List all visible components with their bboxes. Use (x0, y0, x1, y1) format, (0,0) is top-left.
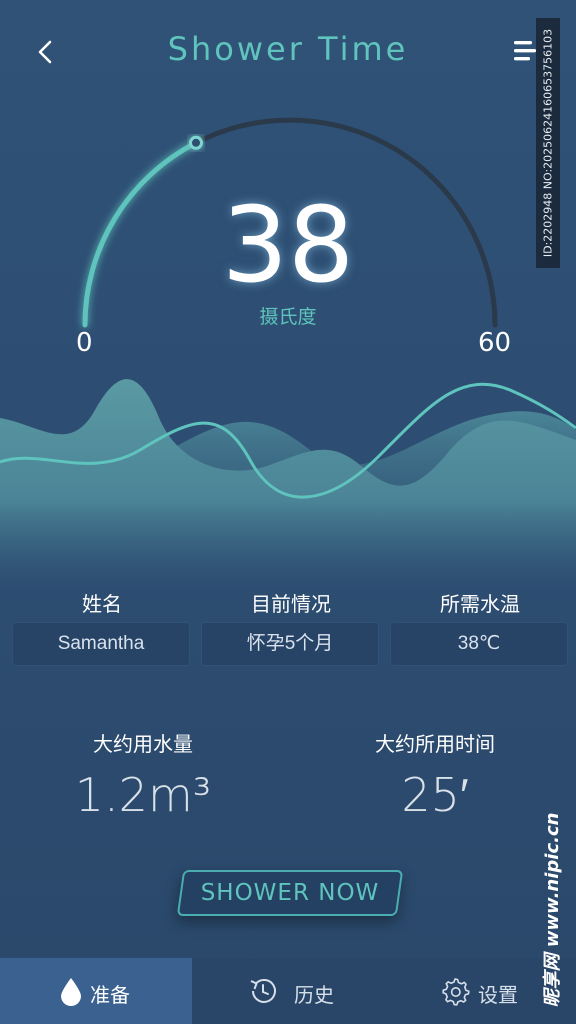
page-title: Shower Time (167, 30, 409, 68)
gauge-max-label: 60 (478, 328, 512, 358)
temperature-value: 38 (221, 184, 355, 306)
field-label-name: 姓名 (82, 594, 122, 616)
watermark-site: 昵享网 www.nipic.cn (536, 810, 566, 1010)
temperature-unit: 摄氏度 (259, 307, 317, 328)
gauge-knob[interactable] (189, 135, 203, 150)
front-wave (0, 379, 576, 600)
nav-item-history[interactable]: 历史 (192, 958, 384, 1024)
shower-now-label: SHOWER NOW (200, 880, 380, 906)
watermark-site-text: 昵享网 www.nipic.cn (542, 812, 563, 1008)
water-usage-value: 1.2m³ (74, 768, 212, 822)
water-usage-label: 大约用水量 (93, 734, 193, 756)
gear-icon (442, 978, 470, 1006)
bottom-nav: 准备 历史 设置 (0, 958, 576, 1024)
nav-label-prepare: 准备 (90, 985, 130, 1007)
water-drop-icon (61, 978, 81, 1006)
field-label-condition: 目前情况 (251, 594, 331, 616)
name-field[interactable]: Samantha (12, 622, 190, 666)
gauge-min-label: 0 (76, 328, 93, 358)
nav-label-settings: 设置 (478, 985, 518, 1007)
condition-field[interactable]: 怀孕5个月 (201, 622, 379, 666)
time-usage-value: 25′ (401, 768, 469, 822)
history-clock-icon (250, 978, 276, 1003)
shower-time-screen: Shower Time ID:2202948 NO:20250624160653… (0, 0, 576, 1024)
water-wave-graphic (0, 379, 576, 600)
shower-now-button[interactable]: SHOWER NOW (176, 870, 404, 916)
field-label-temperature: 所需水温 (440, 594, 520, 616)
temperature-field[interactable]: 38℃ (390, 622, 568, 666)
nav-label-history: 历史 (294, 985, 334, 1007)
time-usage-label: 大约所用时间 (375, 734, 495, 756)
nav-item-prepare[interactable]: 准备 (0, 958, 192, 1024)
